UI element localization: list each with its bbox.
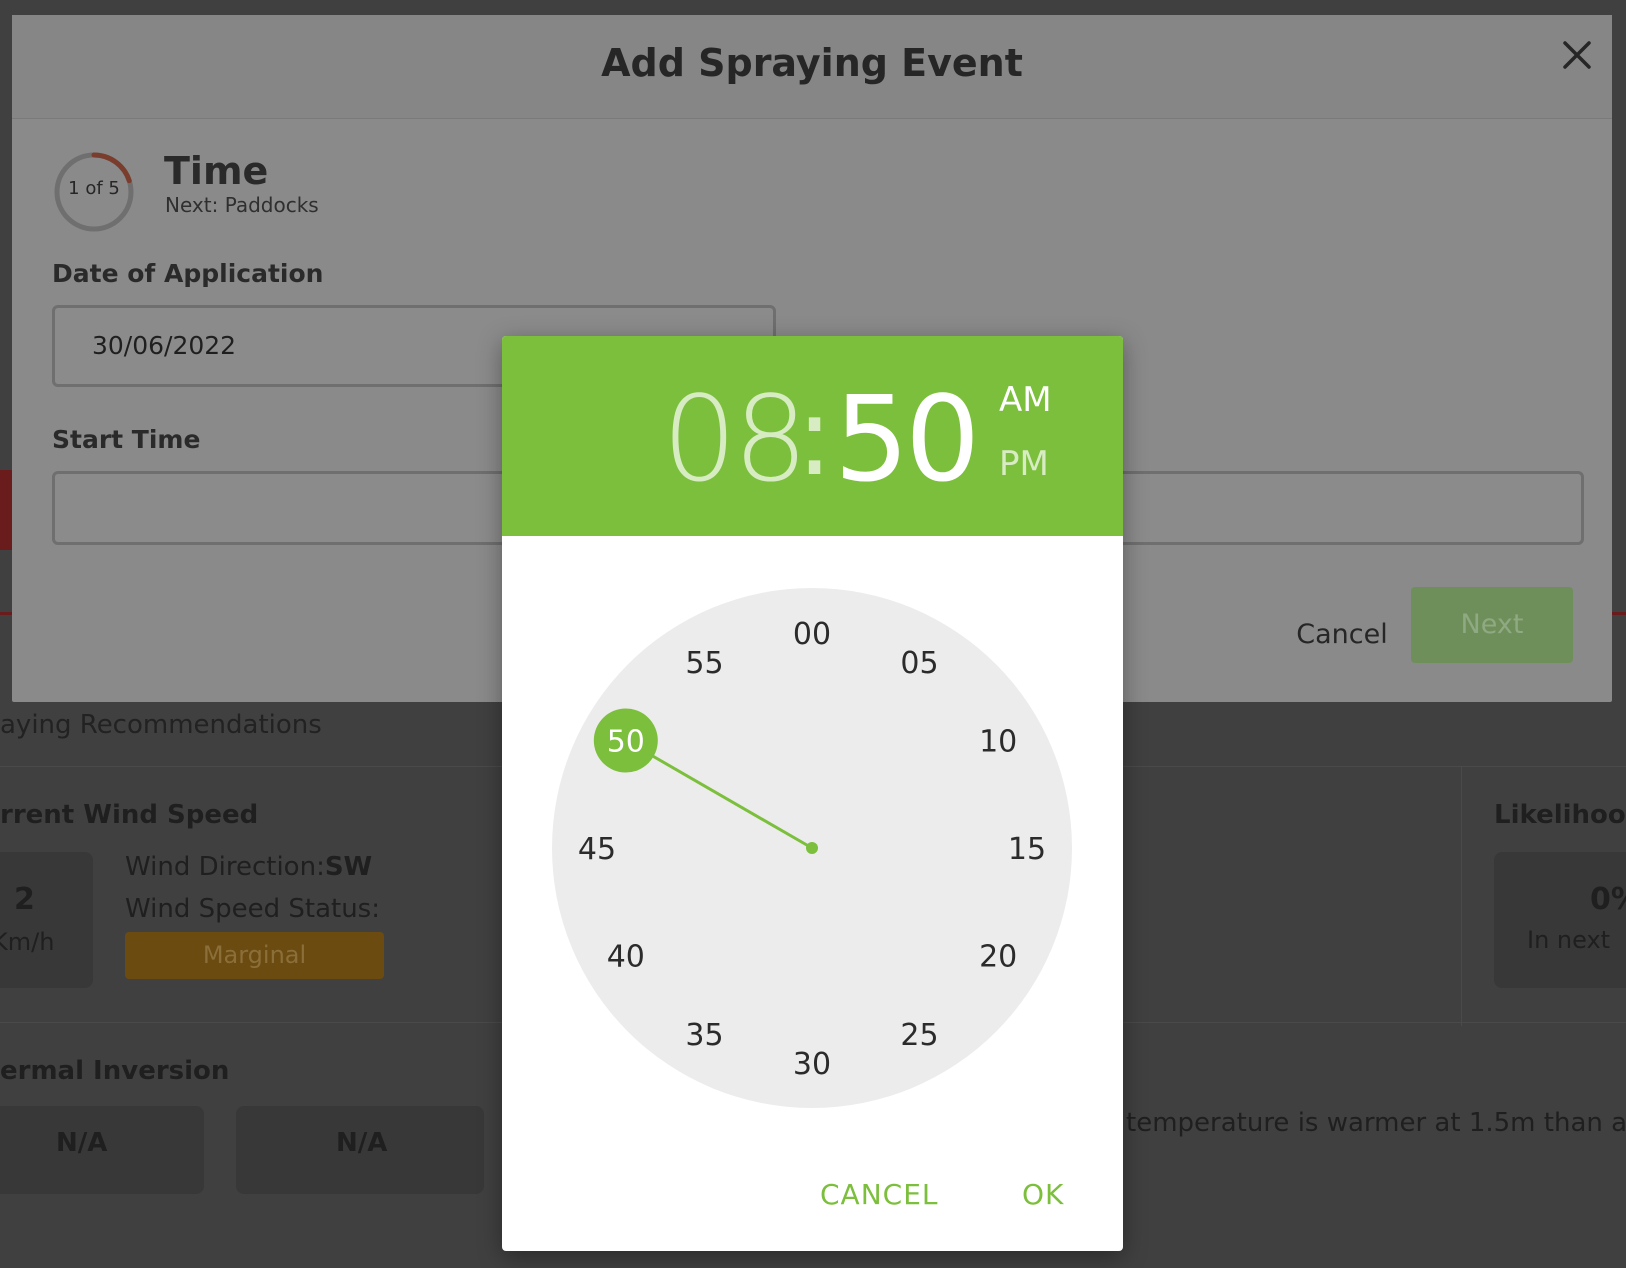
bg-wind-direction-value: SW (324, 852, 373, 882)
step-counter: 1 of 5 (68, 178, 120, 199)
bg-vline (1461, 766, 1462, 1026)
bg-likelihood-title: Likelihood (1494, 800, 1626, 830)
next-button[interactable]: Next (1411, 587, 1573, 663)
bg-thermal-desc: temperature is warmer at 1.5m than at (1126, 1108, 1626, 1138)
step-next-label: Next: Paddocks (165, 193, 319, 217)
clock-minute-50[interactable]: 50 (607, 725, 645, 760)
bg-na-2: N/A (336, 1128, 388, 1158)
bg-wind-status-badge: Marginal (125, 932, 384, 979)
minute-display[interactable]: 50 (834, 370, 980, 508)
am-toggle[interactable]: AM (999, 380, 1052, 420)
bg-wind-value: 2 (14, 882, 35, 917)
step-title: Time (164, 149, 269, 193)
minute-clock-face[interactable]: 00 05 10 15 20 25 30 35 40 45 50 55 (552, 588, 1072, 1108)
bg-wind-status-label: Wind Speed Status: (125, 894, 380, 924)
bg-wind-speed-title: rrent Wind Speed (0, 800, 259, 830)
bg-recommendations-title: aying Recommendations (0, 710, 322, 740)
bg-likelihood-card (1494, 852, 1626, 988)
close-icon[interactable] (1557, 35, 1597, 75)
bg-wind-direction-label: Wind Direction:SW (125, 852, 372, 882)
clock-minute-00[interactable]: 00 (793, 617, 831, 652)
bg-wind-card (0, 852, 93, 988)
clock-minute-30[interactable]: 30 (793, 1047, 831, 1082)
clock-minute-40[interactable]: 40 (607, 940, 645, 975)
hour-display[interactable]: 08 (662, 370, 808, 508)
bg-wind-direction-key: Wind Direction: (125, 852, 325, 882)
clock-minute-05[interactable]: 05 (900, 646, 938, 681)
clock-minute-15[interactable]: 15 (1008, 832, 1046, 867)
cancel-button[interactable]: Cancel (1262, 605, 1422, 665)
modal-title: Add Spraying Event (601, 41, 1023, 85)
clock-minute-55[interactable]: 55 (685, 646, 723, 681)
bg-thermal-title: ermal Inversion (0, 1056, 230, 1086)
time-picker-dialog: 08 : 50 AM PM 00 05 10 15 20 25 30 35 40 45 50 55 C… (502, 336, 1123, 1251)
start-time-label: Start Time (52, 425, 201, 454)
date-value: 30/06/2022 (92, 331, 237, 360)
clock-minute-10[interactable]: 10 (979, 725, 1017, 760)
clock-minute-35[interactable]: 35 (685, 1018, 723, 1053)
time-picker-cancel-button[interactable]: CANCEL (820, 1178, 939, 1211)
date-label: Date of Application (52, 259, 324, 288)
bg-na-1: N/A (56, 1128, 108, 1158)
clock-center-dot (806, 842, 818, 854)
time-picker-header: 08 : 50 AM PM (502, 336, 1123, 536)
clock-minute-20[interactable]: 20 (979, 940, 1017, 975)
clock-minute-45[interactable]: 45 (578, 832, 616, 867)
time-separator: : (796, 372, 834, 500)
time-picker-ok-button[interactable]: OK (1022, 1178, 1064, 1211)
bg-red-strip (0, 470, 12, 550)
bg-likelihood-sub: In next (1527, 926, 1611, 954)
bg-likelihood-value: 0% (1590, 882, 1626, 917)
bg-wind-unit: Km/h (0, 928, 55, 956)
pm-toggle[interactable]: PM (999, 444, 1049, 484)
modal-header: Add Spraying Event (12, 15, 1612, 119)
clock-minute-25[interactable]: 25 (900, 1018, 938, 1053)
